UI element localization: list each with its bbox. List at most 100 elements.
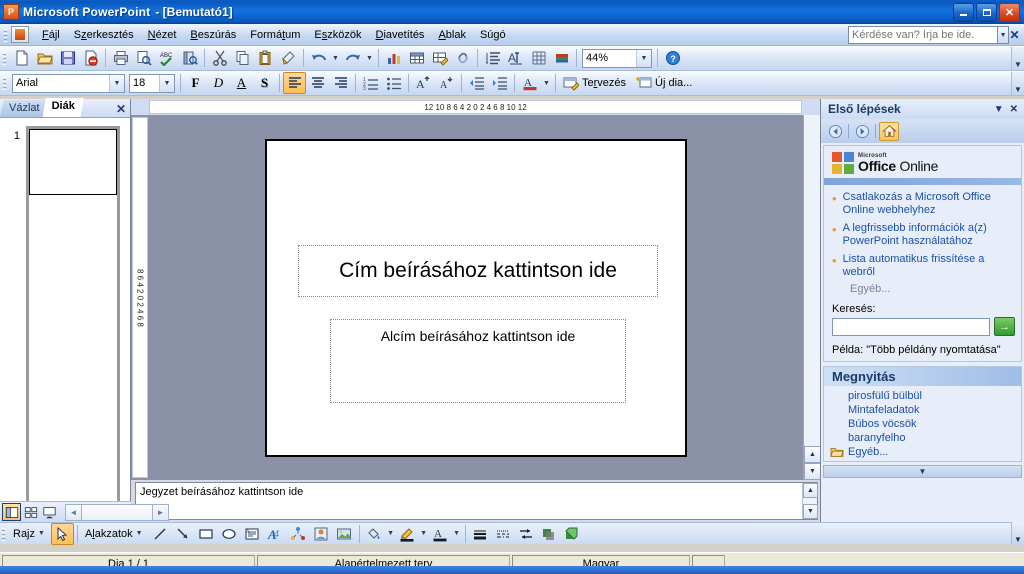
menu-edit[interactable]: Szerkesztés (67, 26, 141, 44)
menu-tools[interactable]: Eszközök (307, 26, 368, 44)
font-color-button[interactable]: A (518, 72, 541, 94)
new-slide-button[interactable]: Új dia... (632, 72, 698, 94)
task-pane-dropdown-icon[interactable]: ▼ (994, 104, 1004, 115)
menu-insert[interactable]: Beszúrás (183, 26, 243, 44)
recent-file-2[interactable]: Mintafeladatok (824, 403, 1021, 417)
undo-dropdown-icon[interactable]: ▼ (330, 47, 341, 69)
table-icon[interactable] (405, 47, 428, 69)
table-draw-icon[interactable] (428, 47, 451, 69)
line-icon[interactable] (149, 523, 172, 545)
scroll-down-icon[interactable]: ▼ (803, 504, 818, 519)
close-panel-icon[interactable]: ✕ (112, 102, 130, 117)
slide-editor[interactable]: Cím beírásához kattintson ide Alcím beír… (265, 138, 687, 457)
search-go-button[interactable]: → (994, 317, 1015, 337)
bullets-button[interactable] (382, 72, 405, 94)
notes-box[interactable]: Jegyzet beírásához kattintson ide ▲ ▼ (135, 482, 818, 520)
chevron-down-icon[interactable]: ▼ (159, 74, 174, 92)
menu-help[interactable]: Súgó (473, 26, 513, 44)
drawing-toolbar-overflow[interactable]: ▼ (1011, 522, 1024, 545)
decrease-indent-button[interactable] (465, 72, 488, 94)
tab-outline[interactable]: Vázlat (0, 100, 49, 117)
help-icon[interactable]: ? (661, 47, 684, 69)
align-right-button[interactable] (329, 72, 352, 94)
print-preview-icon[interactable] (132, 47, 155, 69)
previous-slide-button[interactable]: ◄ (65, 503, 82, 521)
menu-format[interactable]: Formátum (243, 26, 307, 44)
textbox-icon[interactable]: A (241, 523, 264, 545)
save-icon[interactable] (56, 47, 79, 69)
dash-style-icon[interactable] (492, 523, 515, 545)
font-color-icon[interactable]: A (429, 523, 452, 545)
research-icon[interactable] (178, 47, 201, 69)
task-pane-scroll-down[interactable]: ▼ (823, 465, 1022, 479)
chart-icon[interactable] (382, 47, 405, 69)
increase-font-size-button[interactable]: A (412, 72, 435, 94)
menu-view[interactable]: Nézet (141, 26, 184, 44)
recent-file-4[interactable]: baranyfelho (824, 431, 1021, 445)
font-color-dropdown-icon[interactable]: ▼ (452, 523, 462, 545)
bold-button[interactable]: F (184, 72, 207, 94)
chevron-down-icon[interactable]: ▼ (636, 49, 651, 67)
grid-icon[interactable] (527, 47, 550, 69)
scroll-up-icon[interactable]: ▲ (803, 483, 818, 498)
format-painter-icon[interactable] (277, 47, 300, 69)
redo-dropdown-icon[interactable]: ▼ (364, 47, 375, 69)
line-style-icon[interactable] (469, 523, 492, 545)
italic-button[interactable]: D (207, 72, 230, 94)
expand-all-icon[interactable] (481, 47, 504, 69)
standard-toolbar-overflow[interactable]: ▼ (1011, 46, 1024, 70)
minimize-button[interactable] (953, 2, 974, 22)
wordart-icon[interactable]: A4 (264, 523, 287, 545)
toolbar-grip-handle[interactable] (1, 50, 8, 66)
close-icon[interactable]: ✕ (1009, 28, 1020, 42)
paste-icon[interactable] (254, 47, 277, 69)
tab-slides[interactable]: Diák (42, 98, 84, 117)
hyperlink-icon[interactable] (451, 47, 474, 69)
zoom-combo[interactable]: 44% ▼ (582, 48, 652, 68)
shadow-button[interactable]: S (253, 72, 276, 94)
subtitle-placeholder[interactable]: Alcím beírásához kattintson ide (330, 318, 626, 403)
scroll-up-icon[interactable]: ▲ (804, 446, 821, 463)
redo-icon[interactable] (341, 47, 364, 69)
print-icon[interactable] (109, 47, 132, 69)
fill-color-dropdown-icon[interactable]: ▼ (386, 523, 396, 545)
oval-icon[interactable] (218, 523, 241, 545)
menu-file[interactable]: FFájlájl (35, 26, 67, 44)
arrow-icon[interactable] (172, 523, 195, 545)
slide-canvas[interactable]: Cím beírásához kattintson ide Alcím beír… (149, 115, 803, 480)
menu-window[interactable]: Ablak (431, 26, 473, 44)
autoshapes-menu-button[interactable]: Alakzatok ▼ (81, 525, 149, 543)
3d-icon[interactable] (561, 523, 584, 545)
formatting-toolbar-overflow[interactable]: ▼ (1011, 71, 1024, 95)
scroll-down-icon[interactable]: ▼ (804, 463, 821, 480)
undo-icon[interactable] (307, 47, 330, 69)
toolbar-grip-handle[interactable] (1, 75, 8, 91)
align-left-button[interactable] (283, 72, 306, 94)
normal-view-button[interactable] (2, 503, 21, 521)
color-scheme-icon[interactable] (550, 47, 573, 69)
align-center-button[interactable] (306, 72, 329, 94)
line-color-dropdown-icon[interactable]: ▼ (419, 523, 429, 545)
back-icon[interactable] (825, 122, 845, 141)
chevron-down-icon[interactable]: ▼ (109, 74, 124, 92)
menu-slideshow[interactable]: Diavetítés (369, 26, 432, 44)
clipart-icon[interactable] (310, 523, 333, 545)
notes-scrollbar[interactable]: ▲ ▼ (802, 483, 818, 519)
permission-icon[interactable] (79, 47, 102, 69)
font-color-dropdown-icon[interactable]: ▼ (541, 72, 552, 94)
slide-sorter-view-button[interactable] (21, 503, 40, 521)
recent-file-3[interactable]: Búbos vöcsök (824, 417, 1021, 431)
font-size-combo[interactable]: 18 ▼ (129, 73, 175, 93)
search-input[interactable] (832, 317, 990, 336)
title-placeholder[interactable]: Cím beírásához kattintson ide (298, 244, 658, 297)
rectangle-icon[interactable] (195, 523, 218, 545)
list-item[interactable]: • Lista automatikus frissítése a webről (832, 253, 1015, 280)
fill-color-icon[interactable] (363, 523, 386, 545)
diagram-icon[interactable] (287, 523, 310, 545)
new-icon[interactable] (10, 47, 33, 69)
shadow-icon[interactable] (538, 523, 561, 545)
home-icon[interactable] (879, 121, 899, 141)
toolbar-grip-handle[interactable] (0, 525, 7, 542)
picture-icon[interactable] (333, 523, 356, 545)
link-auto-update-list[interactable]: Lista automatikus frissítése a webről (843, 253, 1015, 280)
